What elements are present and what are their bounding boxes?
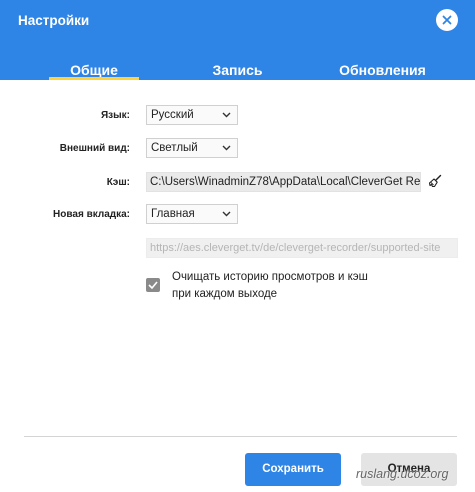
window-title: Настройки — [18, 13, 90, 28]
close-button[interactable] — [436, 9, 458, 31]
close-icon — [442, 15, 452, 25]
clear-on-exit-label-line1: Очищать историю просмотров и кэш — [172, 271, 368, 283]
tab-updates[interactable]: Обновления — [320, 62, 445, 80]
new-tab-label: Новая вкладка: — [53, 209, 130, 220]
chevron-down-icon — [222, 145, 231, 151]
new-tab-value: Главная — [151, 208, 195, 220]
language-select[interactable]: Русский — [146, 105, 238, 125]
language-value: Русский — [151, 109, 194, 121]
cache-label: Кэш: — [106, 177, 130, 188]
new-tab-select[interactable]: Главная — [146, 204, 238, 224]
footer-divider — [24, 436, 457, 437]
chevron-down-icon — [222, 211, 231, 217]
tab-record[interactable]: Запись — [190, 62, 285, 80]
save-button[interactable]: Сохранить — [245, 453, 341, 486]
clear-on-exit-label-line2: при каждом выходе — [172, 288, 278, 300]
broom-icon[interactable] — [428, 174, 442, 188]
active-tab-indicator — [49, 77, 139, 80]
checkmark-icon — [148, 281, 158, 289]
title-bar: Настройки Общие Запись Обновления — [0, 0, 475, 80]
appearance-value: Светлый — [151, 142, 198, 154]
cache-path-field[interactable]: C:\Users\WinadminZ78\AppData\Local\Cleve… — [146, 172, 421, 192]
new-tab-url-field[interactable]: https://aes.cleverget.tv/de/cleverget-re… — [146, 238, 458, 258]
appearance-select[interactable]: Светлый — [146, 138, 238, 158]
language-label: Язык: — [100, 110, 130, 121]
watermark: ruslang.ucoz.org — [356, 467, 449, 481]
appearance-label: Внешний вид: — [59, 143, 130, 154]
clear-on-exit-checkbox[interactable] — [146, 278, 160, 292]
chevron-down-icon — [222, 112, 231, 118]
